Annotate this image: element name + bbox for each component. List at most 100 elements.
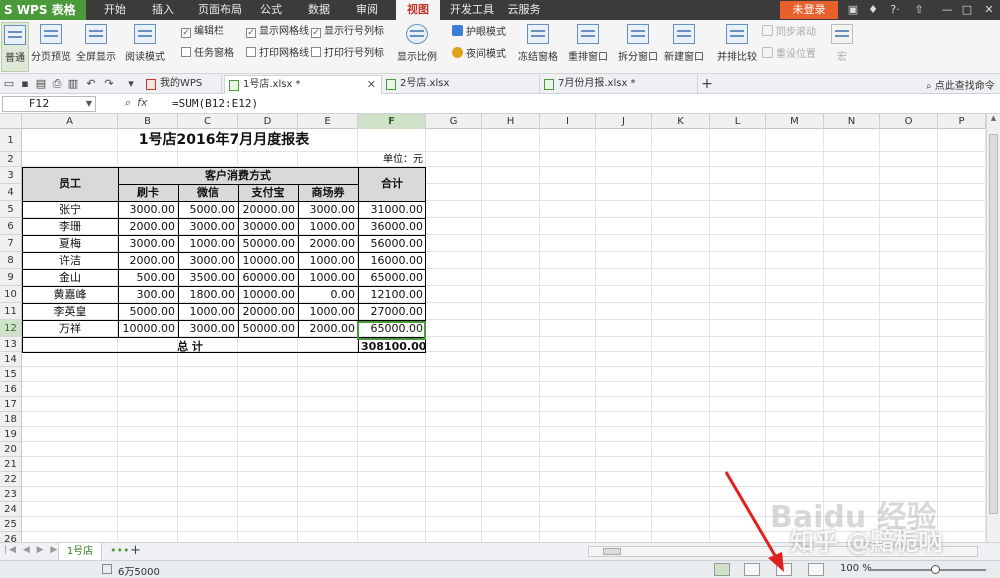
amount-cell[interactable]: 1800.00	[178, 286, 238, 303]
payment-method-header[interactable]: 客户消费方式	[118, 167, 358, 184]
amount-cell[interactable]: 10000.00	[238, 252, 298, 269]
night-mode-button[interactable]: 夜间模式	[452, 47, 506, 61]
page-break-preview-button[interactable]: 分页预览	[30, 22, 72, 72]
employee-name-cell[interactable]: 万祥	[22, 320, 118, 337]
scroll-thumb[interactable]	[989, 134, 998, 514]
split-window-button[interactable]: 拆分窗口	[616, 22, 660, 72]
fullscreen-button[interactable]: 全屏显示	[74, 22, 118, 72]
row-header[interactable]: 9	[0, 269, 22, 286]
tab-my-wps[interactable]: 我的WPS	[142, 75, 222, 94]
sync-scroll-button[interactable]: 同步滚动	[762, 25, 816, 39]
amount-cell[interactable]: 3000.00	[298, 201, 358, 218]
row-header[interactable]: 24	[0, 502, 22, 517]
amount-cell[interactable]: 3000.00	[178, 252, 238, 269]
row-header[interactable]: 14	[0, 352, 22, 367]
row-header[interactable]: 26	[0, 532, 22, 542]
eye-mode-button[interactable]: 护眼模式	[452, 25, 506, 39]
vertical-scrollbar[interactable]: ▲	[986, 114, 1000, 542]
show-headers-checkbox[interactable]: ✓ 显示行号列标	[311, 25, 384, 39]
amount-cell[interactable]: 50000.00	[238, 235, 298, 252]
row-header[interactable]: 8	[0, 252, 22, 269]
row-header[interactable]: 21	[0, 457, 22, 472]
amount-cell[interactable]: 1000.00	[298, 269, 358, 286]
minimize-icon[interactable]: —	[940, 3, 954, 17]
print-preview-icon[interactable]: ▥	[66, 77, 80, 91]
sheet-tab-store1[interactable]: 1号店	[58, 543, 102, 561]
amount-cell[interactable]: 1000.00	[298, 218, 358, 235]
column-header[interactable]: F	[358, 114, 426, 129]
row-header[interactable]: 17	[0, 397, 22, 412]
row-header[interactable]: 6	[0, 218, 22, 235]
row-header[interactable]: 4	[0, 184, 22, 201]
column-header[interactable]: G	[426, 114, 482, 129]
row-header[interactable]: 18	[0, 412, 22, 427]
skin-icon[interactable]: ▣	[846, 3, 860, 17]
row-total-cell[interactable]: 27000.00	[358, 303, 426, 320]
column-header[interactable]: M	[766, 114, 824, 129]
method-header-card[interactable]: 刷卡	[118, 184, 178, 201]
sheet-nav-icons[interactable]: |◀ ◀ ▶ ▶|	[4, 545, 64, 555]
amount-cell[interactable]: 10000.00	[238, 286, 298, 303]
zoom-level[interactable]: 100 %	[840, 563, 872, 574]
scroll-up-icon[interactable]: ▲	[987, 114, 1000, 122]
macro-button[interactable]: 宏	[830, 22, 854, 72]
amount-cell[interactable]: 60000.00	[238, 269, 298, 286]
row-header[interactable]: 1	[0, 129, 22, 152]
row-header[interactable]: 15	[0, 367, 22, 382]
row-total-cell[interactable]: 12100.00	[358, 286, 426, 303]
amount-cell[interactable]: 500.00	[118, 269, 178, 286]
redo-icon[interactable]: ↷	[102, 77, 116, 91]
row-total-cell[interactable]: 56000.00	[358, 235, 426, 252]
amount-cell[interactable]: 5000.00	[118, 303, 178, 320]
amount-cell[interactable]: 2000.00	[118, 252, 178, 269]
tab-july-report[interactable]: 7月份月报.xlsx *	[540, 75, 698, 94]
reading-view-icon[interactable]	[808, 563, 824, 576]
menu-tab-view[interactable]: 视图	[396, 0, 440, 20]
spreadsheet-grid[interactable]: ABCDEFGHIJKLMNOP 1 2 3 4 5 6 7 8 9 10 11 12 13 14 15 16…	[0, 114, 986, 542]
chevron-down-icon[interactable]: ▼	[86, 97, 92, 111]
new-window-button[interactable]: 新建窗口	[662, 22, 706, 72]
select-all-corner[interactable]	[0, 114, 22, 129]
name-box[interactable]: F12 ▼	[2, 96, 96, 112]
employee-name-cell[interactable]: 许洁	[22, 252, 118, 269]
row-header[interactable]: 13	[0, 337, 22, 352]
amount-cell[interactable]: 300.00	[118, 286, 178, 303]
menu-tab-home[interactable]: 开始	[96, 0, 134, 20]
column-header[interactable]: N	[824, 114, 880, 129]
row-header[interactable]: 25	[0, 517, 22, 532]
employee-name-cell[interactable]: 张宁	[22, 201, 118, 218]
tab-store1[interactable]: 1号店.xlsx * ✕	[224, 75, 382, 94]
fx-icon[interactable]: fx	[137, 96, 147, 109]
menu-tab-cloud[interactable]: 云服务	[504, 0, 544, 20]
normal-view-button[interactable]: 普通	[1, 22, 29, 72]
customize-icon[interactable]: ▾	[124, 77, 138, 91]
column-header[interactable]: K	[652, 114, 710, 129]
total-header[interactable]: 合计	[358, 167, 426, 201]
column-header[interactable]: E	[298, 114, 358, 129]
amount-cell[interactable]: 3000.00	[118, 235, 178, 252]
amount-cell[interactable]: 20000.00	[238, 201, 298, 218]
zoom-slider[interactable]	[868, 569, 986, 571]
row-header[interactable]: 10	[0, 286, 22, 303]
column-header[interactable]: I	[540, 114, 596, 129]
row-total-cell[interactable]: 65000.00	[358, 269, 426, 286]
amount-cell[interactable]: 0.00	[298, 286, 358, 303]
row-header[interactable]: 2	[0, 152, 22, 167]
amount-cell[interactable]: 20000.00	[238, 303, 298, 320]
menu-tab-data[interactable]: 数据	[302, 0, 336, 20]
zoom-icon[interactable]: ⌕	[124, 96, 130, 109]
restore-icon[interactable]: ⇧	[912, 3, 926, 17]
row-header[interactable]: 19	[0, 427, 22, 442]
row-header[interactable]: 11	[0, 303, 22, 320]
row-header[interactable]: 3	[0, 167, 22, 184]
add-sheet-icon[interactable]: +	[130, 543, 141, 558]
close-icon[interactable]: ✕	[982, 3, 996, 17]
row-header[interactable]: 12	[0, 320, 22, 337]
amount-cell[interactable]: 10000.00	[118, 320, 178, 337]
amount-cell[interactable]: 1000.00	[178, 235, 238, 252]
amount-cell[interactable]: 3000.00	[178, 320, 238, 337]
report-title[interactable]: 1号店2016年7月月度报表	[22, 129, 426, 152]
print-headers-checkbox[interactable]: 打印行号列标	[311, 47, 384, 61]
shirt-icon[interactable]: ♦	[866, 3, 880, 17]
zoom-slider-knob[interactable]	[931, 565, 940, 574]
